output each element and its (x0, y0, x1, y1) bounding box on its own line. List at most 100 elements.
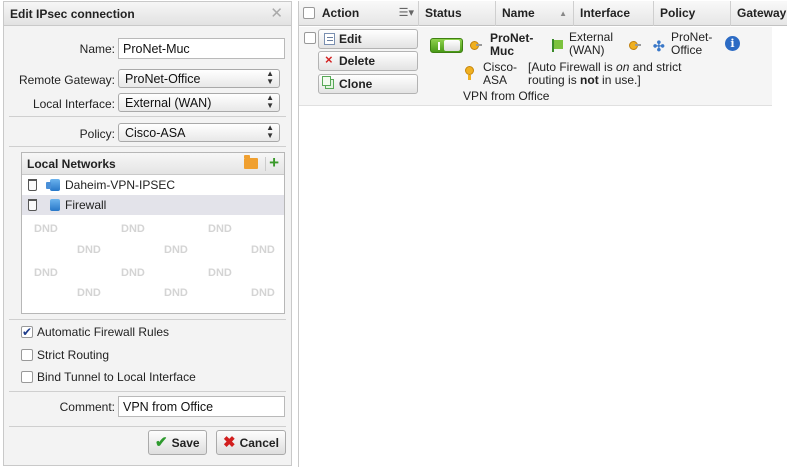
column-status[interactable]: Status (419, 1, 496, 26)
auto-firewall-option[interactable]: Automatic Firewall Rules (21, 324, 169, 340)
local-interface-label: Local Interface: (32, 97, 115, 111)
column-menu-icon[interactable]: ☰▾ (399, 1, 414, 26)
comment-input[interactable] (118, 396, 285, 417)
local-networks-header: Local Networks + (22, 153, 284, 175)
close-icon[interactable]: ✕ (270, 2, 283, 26)
trash-icon[interactable] (28, 179, 37, 191)
dnd-placeholder: DND (77, 244, 101, 256)
comment-label: Comment: (59, 400, 115, 414)
clone-icon (322, 76, 334, 89)
plus-icon[interactable]: + (269, 152, 279, 174)
remote-gateway-value: ProNet-Office (125, 72, 201, 86)
row-comment: VPN from Office (463, 89, 550, 103)
delete-x-icon: × (325, 52, 333, 67)
note-not: not (580, 73, 599, 87)
local-network-item[interactable]: Daheim-VPN-IPSEC (22, 175, 284, 195)
policy-value: Cisco-ASA (125, 126, 186, 140)
local-networks-box[interactable]: Local Networks + Daheim-VPN-IPSEC Firewa… (21, 152, 285, 314)
row-checkbox[interactable] (304, 32, 316, 44)
strict-routing-label: Strict Routing (37, 348, 110, 362)
remote-gateway-label: Remote Gateway: (18, 73, 115, 87)
auto-firewall-label: Automatic Firewall Rules (37, 325, 170, 339)
clone-label: Clone (339, 77, 373, 91)
dnd-placeholder: DND (251, 244, 275, 256)
ipsec-connections-grid: Action ☰▾ Status Name ▲ Interface Policy… (298, 1, 787, 467)
column-gateway-label: Gateway (737, 6, 787, 20)
column-action[interactable]: Action ☰▾ (299, 1, 419, 26)
dnd-placeholder: DND (121, 223, 145, 235)
name-input[interactable] (118, 38, 285, 59)
column-interface[interactable]: Interface (574, 1, 654, 26)
gateway-line2: Office (671, 43, 703, 57)
divider (9, 319, 286, 320)
bind-tunnel-checkbox[interactable] (21, 371, 33, 383)
dnd-placeholder: DND (164, 244, 188, 256)
folder-icon[interactable] (244, 155, 258, 169)
connection-name-line2: Muc (490, 44, 514, 58)
note-text: in use.] (598, 73, 641, 87)
column-name[interactable]: Name ▲ (496, 1, 574, 26)
policy-label: Policy: (79, 127, 115, 141)
dnd-placeholder: DND (34, 223, 58, 235)
remote-gateway-select[interactable]: ProNet-Office ▲ ▼ (118, 69, 280, 88)
strict-routing-option[interactable]: Strict Routing (21, 347, 109, 363)
gateway-cell: ProNet- Office (671, 31, 712, 57)
local-network-item[interactable]: Firewall (22, 195, 284, 215)
status-toggle-icon[interactable] (430, 38, 463, 53)
strict-routing-checkbox[interactable] (21, 349, 33, 361)
edit-label: Edit (339, 32, 362, 46)
column-gateway[interactable]: Gateway (731, 1, 787, 26)
name-label: Name: (79, 42, 115, 56)
bind-tunnel-option[interactable]: Bind Tunnel to Local Interface (21, 369, 196, 385)
column-policy[interactable]: Policy (654, 1, 731, 26)
local-interface-select[interactable]: External (WAN) ▲ ▼ (118, 93, 280, 112)
status-note: [Auto Firewall is on and strict routing … (528, 61, 681, 87)
dialog-title: Edit IPsec connection (10, 7, 135, 21)
divider (9, 426, 286, 427)
network-group-icon (46, 179, 60, 191)
note-text: routing is (528, 73, 581, 87)
tools-icon: ✣ (653, 38, 665, 54)
dnd-placeholder: DND (251, 287, 275, 299)
updown-arrows-icon: ▲ ▼ (266, 123, 274, 140)
divider (9, 116, 286, 117)
divider (9, 391, 286, 392)
interface-cell: External (WAN) (569, 31, 613, 57)
cancel-label: Cancel (239, 436, 279, 450)
save-button[interactable]: ✔ Save (148, 430, 207, 455)
local-networks-title: Local Networks (27, 157, 116, 171)
note-on: on (616, 60, 630, 74)
table-row[interactable]: Edit × Delete Clone ProNet- Muc External … (299, 27, 772, 106)
delete-button[interactable]: × Delete (318, 51, 418, 71)
bind-tunnel-label: Bind Tunnel to Local Interface (37, 370, 196, 384)
edit-icon (324, 33, 335, 45)
local-interface-row: Local Interface: External (WAN) ▲ ▼ (4, 93, 291, 115)
column-interface-label: Interface (580, 6, 631, 20)
clone-button[interactable]: Clone (318, 74, 418, 94)
select-all-checkbox[interactable] (303, 7, 315, 19)
updown-arrows-icon: ▲ ▼ (266, 69, 274, 86)
edit-button[interactable]: Edit (318, 29, 418, 49)
local-interface-value: External (WAN) (125, 96, 212, 110)
sort-asc-icon: ▲ (559, 9, 567, 18)
note-text: [Auto Firewall is (528, 60, 617, 74)
edit-ipsec-dialog: Edit IPsec connection ✕ Name: Remote Gat… (3, 1, 292, 466)
delete-label: Delete (339, 54, 376, 68)
trash-icon[interactable] (28, 199, 37, 211)
interface-icon (551, 39, 564, 52)
policy-select[interactable]: Cisco-ASA ▲ ▼ (118, 123, 280, 142)
auto-firewall-checkbox[interactable] (21, 324, 33, 340)
dnd-placeholder: DND (34, 267, 58, 279)
x-icon: ✖ (223, 434, 236, 451)
interface-line2: (WAN) (569, 43, 605, 57)
dnd-placeholder: DND (164, 287, 188, 299)
dialog-title-bar: Edit IPsec connection ✕ (4, 2, 291, 26)
column-action-label: Action (321, 6, 360, 20)
local-network-name: Firewall (65, 198, 107, 212)
info-icon[interactable]: i (725, 36, 740, 51)
cancel-button[interactable]: ✖ Cancel (216, 430, 286, 455)
key-icon (470, 41, 482, 50)
column-status-label: Status (425, 6, 462, 20)
key-icon (629, 41, 641, 50)
divider (265, 157, 266, 171)
